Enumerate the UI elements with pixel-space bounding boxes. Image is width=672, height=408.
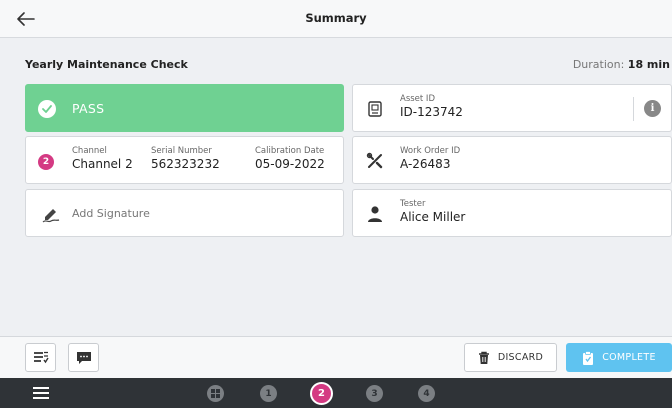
serial-number-label: Serial Number: [151, 146, 212, 156]
channel-badge: 2: [38, 154, 54, 170]
comment-button[interactable]: [68, 343, 99, 372]
calibration-date-field: Calibration Date 05-09-2022: [255, 146, 325, 171]
clipboard-icon: [583, 350, 594, 365]
checklist-button[interactable]: [25, 343, 56, 372]
signature-pen-icon: [42, 209, 60, 223]
menu-icon[interactable]: [33, 387, 49, 399]
calibration-date-value: 05-09-2022: [255, 157, 325, 171]
comment-icon: [76, 351, 91, 364]
result-card: PASS: [25, 84, 344, 132]
person-icon: [365, 205, 385, 223]
duration-value: 18 min: [627, 58, 670, 71]
duration: Duration: 18 min: [573, 58, 670, 71]
complete-label: COMPLETE: [602, 352, 656, 363]
step-3[interactable]: 3: [366, 385, 383, 402]
asset-id-value: ID-123742: [400, 105, 463, 119]
page-title: Summary: [305, 11, 367, 25]
serial-number-field: Serial Number 562323232: [151, 146, 220, 171]
calibration-date-label: Calibration Date: [255, 146, 325, 156]
step-1[interactable]: 1: [260, 385, 277, 402]
asset-card: Asset ID ID-123742 i: [352, 84, 672, 132]
work-order-field: Work Order ID A-26483: [400, 146, 460, 171]
channel-value: Channel 2: [72, 157, 133, 171]
work-order-card: Work Order ID A-26483: [352, 136, 672, 184]
tester-label: Tester: [400, 199, 426, 209]
step-overview[interactable]: [207, 385, 224, 402]
discard-button[interactable]: DISCARD: [464, 343, 557, 372]
complete-button[interactable]: COMPLETE: [566, 343, 672, 372]
work-order-value: A-26483: [400, 157, 451, 171]
top-bar: Summary: [0, 0, 672, 38]
tester-value: Alice Miller: [400, 210, 466, 224]
step-4[interactable]: 4: [418, 385, 435, 402]
check-name: Yearly Maintenance Check: [25, 58, 188, 71]
serial-number-value: 562323232: [151, 157, 220, 171]
info-icon[interactable]: i: [644, 100, 661, 117]
asset-id-label: Asset ID: [400, 94, 435, 104]
channel-card: 2 Channel Channel 2 Serial Number 562323…: [25, 136, 344, 184]
work-order-label: Work Order ID: [400, 146, 461, 156]
add-signature-label: Add Signature: [72, 207, 150, 220]
tools-icon: [365, 152, 385, 170]
summary-content: Yearly Maintenance Check Duration: 18 mi…: [0, 39, 672, 336]
divider: [633, 97, 634, 121]
grid-icon: [211, 389, 220, 398]
tester-field: Tester Alice Miller: [400, 199, 465, 224]
duration-label: Duration:: [572, 58, 625, 71]
asset-tag-icon: [365, 100, 385, 118]
tester-card: Tester Alice Miller: [352, 189, 672, 237]
discard-label: DISCARD: [497, 352, 544, 363]
add-signature-button[interactable]: Add Signature: [25, 189, 344, 237]
channel-label: Channel: [72, 146, 107, 156]
step-2[interactable]: 2: [310, 382, 333, 405]
bottom-nav: 1 2 3 4: [0, 378, 672, 408]
asset-id-field: Asset ID ID-123742: [400, 94, 463, 119]
checklist-icon: [33, 351, 49, 363]
trash-icon: [478, 351, 489, 364]
channel-field: Channel Channel 2: [72, 146, 133, 171]
check-circle-icon: [38, 100, 56, 118]
action-bar: DISCARD COMPLETE: [0, 336, 672, 378]
result-label: PASS: [72, 101, 105, 116]
